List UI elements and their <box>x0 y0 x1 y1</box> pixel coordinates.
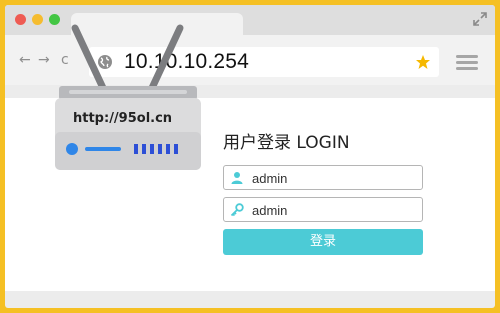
login-title: 用户登录 LOGIN <box>223 133 350 153</box>
router-label: http://95ol.cn <box>73 111 173 126</box>
star-icon[interactable] <box>415 54 431 70</box>
username-value[interactable]: admin <box>252 171 287 186</box>
password-field[interactable]: admin <box>223 197 423 222</box>
key-icon <box>230 203 244 217</box>
router-top-light <box>69 90 187 94</box>
username-field[interactable]: admin <box>223 165 423 190</box>
router-status-bar <box>85 147 121 151</box>
router-antenna-left <box>71 24 107 92</box>
menu-icon[interactable] <box>456 55 478 71</box>
login-button[interactable]: 登录 <box>223 229 423 255</box>
password-value[interactable]: admin <box>252 203 287 218</box>
router-antenna-right <box>148 24 184 92</box>
expand-icon[interactable] <box>473 12 487 26</box>
close-window-button[interactable] <box>15 14 26 25</box>
router-power-led <box>66 143 78 155</box>
router-illustration <box>55 24 201 170</box>
back-button[interactable]: ← <box>19 52 31 68</box>
minimize-window-button[interactable] <box>32 14 43 25</box>
user-icon <box>231 172 243 184</box>
